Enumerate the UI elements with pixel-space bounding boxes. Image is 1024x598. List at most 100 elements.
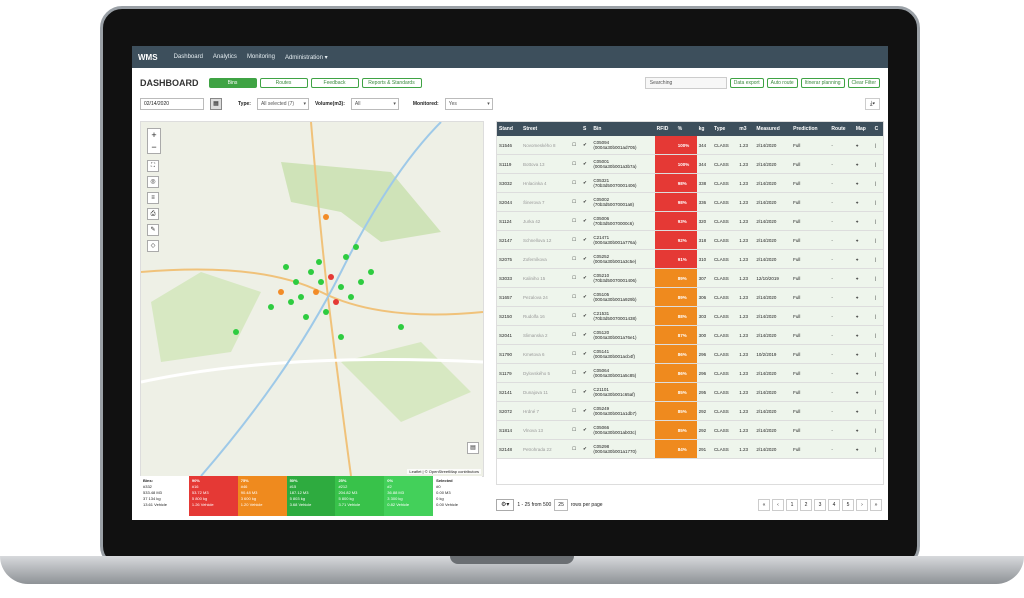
table-row[interactable]: S2075 Zoferníkova ☐ ✔ C05252 (0004a30b001a3c…: [497, 249, 883, 269]
table-cell: 85%: [675, 401, 697, 421]
table-cell: |: [872, 363, 883, 383]
column-header[interactable]: [570, 122, 581, 136]
table-cell: C05120 (0004a30b001a76e1): [591, 325, 655, 345]
print-icon[interactable]: ⎙: [147, 208, 159, 220]
date-input[interactable]: 02/14/2020: [140, 98, 204, 110]
type-select[interactable]: All selected (7): [256, 98, 309, 110]
table-cell: -: [829, 344, 854, 364]
nav-dashboard[interactable]: Dashboard: [174, 54, 203, 60]
tab-routes[interactable]: Routes: [259, 78, 308, 88]
table-row[interactable]: S2072 Hrdné 7 ☐ ✔ C05249 (0004a30b001a1db7) 8…: [497, 401, 883, 421]
table-cell: S1657: [497, 287, 522, 307]
page-button[interactable]: 2: [800, 499, 812, 511]
table-cell: [654, 268, 676, 288]
itinerar-planning-button[interactable]: Itinerar planning: [800, 78, 845, 88]
table-cell: 2/14/2020: [754, 249, 792, 269]
table-row[interactable]: S1546 Novomeského 8 ☐ ✔ C05094 (0004a30b001a…: [497, 136, 883, 155]
table-row[interactable]: S2141 Dunajova 11 ☐ ✔ C21101 (0004a30b001c65…: [497, 382, 883, 402]
page-button[interactable]: »: [870, 499, 882, 511]
layers-icon[interactable]: ≡: [147, 192, 159, 204]
page-button[interactable]: ‹: [772, 499, 784, 511]
stat-25[interactable]: 25% #212 204.82 M3 5 800 kg 3.71 Vehicle: [335, 476, 385, 516]
stat-90[interactable]: 90% #16 53.72 M3 5 800 kg 1.26 Vehicle: [188, 476, 238, 516]
volume-select[interactable]: All: [350, 98, 399, 110]
page-button[interactable]: «: [758, 499, 770, 511]
stat-0[interactable]: 0% #2 36.88 M3 3 300 kg 0.82 Vehicle: [384, 476, 434, 516]
volume-label: Volume(m3):: [314, 101, 345, 107]
calendar-icon[interactable]: ▦: [210, 98, 222, 110]
column-header[interactable]: Prediction: [791, 122, 830, 136]
download-icon[interactable]: ⤓▾: [864, 98, 880, 110]
settings-gear-icon[interactable]: ⚙▾: [496, 499, 515, 511]
table-cell: Schnellova 12: [521, 230, 571, 250]
tab-reports[interactable]: Reports & Standards: [361, 78, 422, 88]
monitored-select[interactable]: Yes: [444, 98, 493, 110]
brand-logo[interactable]: WMS: [138, 53, 158, 62]
column-header[interactable]: Route: [829, 122, 854, 136]
table-row[interactable]: S1790 Kmetova 6 ☐ ✔ C05141 (0004a30b001acb4f…: [497, 344, 883, 364]
page-button[interactable]: 5: [842, 499, 854, 511]
column-header[interactable]: Street: [521, 122, 571, 136]
data-export-button[interactable]: Data export: [729, 78, 764, 88]
zoom-control: + −: [147, 128, 161, 154]
auto-route-button[interactable]: Auto route: [766, 78, 798, 88]
zoom-in-button[interactable]: +: [148, 129, 160, 141]
locate-icon[interactable]: ◎: [147, 176, 159, 188]
column-header[interactable]: Measured: [754, 122, 792, 136]
map-layer-icon[interactable]: ▤: [467, 442, 479, 454]
page-button[interactable]: 1: [786, 499, 798, 511]
column-header[interactable]: %: [675, 122, 697, 136]
table-row[interactable]: S3032 Hnlacinka 4 ☐ ✔ C05321 (70b3d500700014…: [497, 173, 883, 193]
column-header[interactable]: RFID: [654, 122, 676, 136]
table-row[interactable]: S2041 Slimanska 2 ☐ ✔ C05120 (0004a30b001a76…: [497, 325, 883, 345]
column-header[interactable]: Stand: [497, 122, 522, 136]
per-page-select[interactable]: 25: [554, 499, 568, 511]
table-row[interactable]: S1119 Bottova 13 ☐ ✔ C05001 (0004a30b001a3b7…: [497, 154, 883, 174]
measure-icon[interactable]: ◇: [147, 240, 159, 252]
stat-75[interactable]: 75% #46 90.48 M3 3 600 kg 1.20 Vehicle: [237, 476, 287, 516]
table-cell: Full: [791, 344, 830, 364]
column-header[interactable]: m3: [737, 122, 755, 136]
table-cell: C05249 (0004a30b001a1db7): [591, 401, 655, 421]
clear-filter-button[interactable]: Clear Filter: [847, 78, 880, 88]
fullscreen-icon[interactable]: ⛶: [147, 160, 159, 172]
table-row[interactable]: S2150 Rudolfa 16 ☐ ✔ C21531 (70b3d5007000143…: [497, 306, 883, 326]
tab-bins[interactable]: Bins: [208, 78, 257, 88]
table-row[interactable]: S1179 Dylovského 5 ☐ ✔ C05064 (0004a30b001a5…: [497, 363, 883, 383]
table-row[interactable]: S2147 Schnellova 12 ☐ ✔ C21471 (0004a30b001a…: [497, 230, 883, 250]
table-cell: Full: [791, 382, 830, 402]
page-button[interactable]: ›: [856, 499, 868, 511]
tab-feedback[interactable]: Feedback: [310, 78, 359, 88]
nav-monitoring[interactable]: Monitoring: [247, 54, 275, 60]
nav-analytics[interactable]: Analytics: [213, 54, 237, 60]
page-button[interactable]: 3: [814, 499, 826, 511]
table-cell: ✔: [580, 173, 592, 193]
column-header[interactable]: Bin: [591, 122, 655, 136]
table-cell: ⌖: [853, 268, 873, 288]
table-cell: -: [829, 420, 854, 440]
table-row[interactable]: S1124 Jurka 42 ☐ ✔ C05006 (70b3d50070000c6) 9…: [497, 211, 883, 231]
table-cell: 318: [696, 230, 713, 250]
column-header[interactable]: kg: [696, 122, 713, 136]
nav-administration[interactable]: Administration ▾: [285, 54, 328, 61]
table-row[interactable]: S2044 Šinerova 7 ☐ ✔ C05002 (70b3d50070001a8…: [497, 192, 883, 212]
column-header[interactable]: Map: [853, 122, 873, 136]
zoom-out-button[interactable]: −: [148, 141, 160, 153]
table-row[interactable]: S1657 Pezalova 24 ☐ ✔ C05105 (0004a30b001a92…: [497, 287, 883, 307]
table-row[interactable]: S1814 Vlnova 13 ☐ ✔ C05066 (0004a30b001ab03c…: [497, 420, 883, 440]
page-button[interactable]: 4: [828, 499, 840, 511]
table-cell: Full: [791, 192, 830, 212]
map-canvas: [141, 122, 483, 476]
column-header[interactable]: S: [580, 122, 592, 136]
draw-icon[interactable]: ✎: [147, 224, 159, 236]
stat-50[interactable]: 50% #15 187.12 M3 5 803 kg 3.68 Vehicle: [286, 476, 336, 516]
column-header[interactable]: Type: [712, 122, 738, 136]
table-row[interactable]: S2148 Petrohrada 22 ☐ ✔ C05298 (0004a30b001a…: [497, 439, 883, 459]
table-row[interactable]: S3033 Kaliniho 15 ☐ ✔ C05210 (70b3d500700014…: [497, 268, 883, 288]
column-header[interactable]: C: [872, 122, 883, 136]
table-cell: -: [829, 382, 854, 402]
table-cell: C05105 (0004a30b001a929b): [591, 287, 655, 307]
table-cell: 98%: [675, 173, 697, 193]
map-view[interactable]: + − ⛶ ◎ ≡ ⎙ ✎ ◇ ▤ Leaflet | © OpenStreet…: [140, 121, 484, 477]
search-input[interactable]: Searching: [644, 77, 727, 89]
